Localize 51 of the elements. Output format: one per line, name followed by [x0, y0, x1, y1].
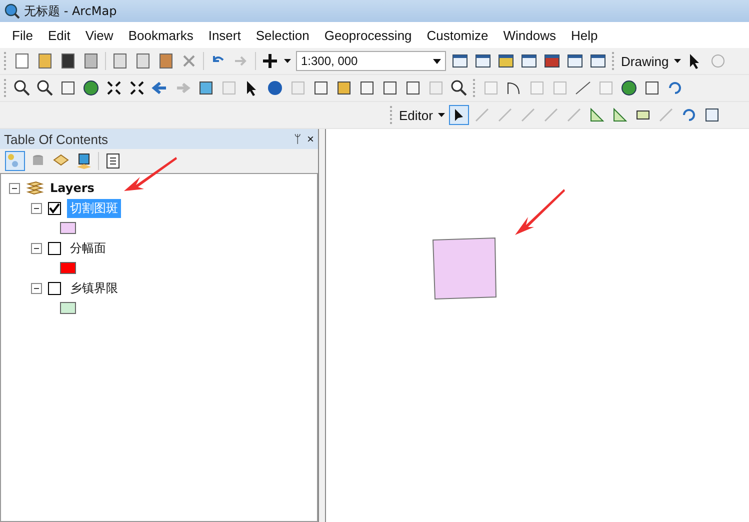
scale-field[interactable]: 1:300, 000 [296, 51, 446, 71]
arrow-annotation [122, 155, 178, 193]
triangle-icon[interactable] [588, 106, 606, 124]
magnifier-window-icon[interactable] [450, 79, 468, 97]
layer-group-label[interactable]: Layers [50, 181, 94, 195]
close-button[interactable]: × [306, 132, 314, 146]
globe-icon[interactable] [82, 79, 100, 97]
list-options-icon[interactable] [104, 152, 122, 170]
fixed-zoom-in-icon[interactable] [105, 79, 123, 97]
collapse-button[interactable] [31, 202, 42, 214]
layer-checkbox[interactable] [48, 242, 61, 254]
caret-icon[interactable] [674, 59, 681, 63]
collapse-button[interactable] [9, 182, 20, 194]
menu-item[interactable]: Selection [256, 28, 310, 42]
menu-item[interactable]: Help [570, 28, 598, 42]
pin-button[interactable]: ᛘ [294, 132, 301, 146]
collapse-button[interactable] [31, 282, 42, 294]
globe-magnifier-icon [4, 3, 20, 19]
refresh-icon[interactable] [666, 79, 684, 97]
add-data-icon[interactable] [261, 52, 279, 70]
layer-checkbox[interactable] [48, 202, 61, 214]
arrow-annotation [514, 187, 566, 237]
fixed-zoom-out-icon[interactable] [128, 79, 146, 97]
layer-checkbox[interactable] [48, 282, 61, 294]
caret-icon[interactable] [438, 113, 445, 117]
drawing-menu[interactable]: Drawing [621, 54, 669, 68]
menu-item[interactable]: Customize [426, 28, 488, 42]
menu-item[interactable]: Windows [503, 28, 556, 42]
polygon-feature [432, 237, 498, 301]
new-document-icon[interactable] [13, 52, 31, 70]
menu-item[interactable]: View [85, 28, 114, 42]
collapse-button[interactable] [31, 242, 42, 254]
panel-title: Table Of Contents [4, 132, 110, 146]
caret-icon[interactable] [433, 58, 441, 64]
zoom-out-icon[interactable] [36, 79, 54, 97]
window-icon[interactable] [474, 52, 492, 70]
editor-menu[interactable]: Editor [399, 108, 433, 122]
layers-stack-icon [26, 180, 44, 196]
menu-item[interactable]: File [12, 28, 33, 42]
menu-item[interactable]: Insert [208, 28, 241, 42]
caret-icon[interactable] [284, 59, 291, 63]
globe-icon[interactable] [620, 79, 638, 97]
edit-tool-icon[interactable] [450, 106, 468, 124]
zoom-in-icon[interactable] [13, 79, 31, 97]
menu-item[interactable]: Edit [48, 28, 70, 42]
window-title: 无标题 - ArcMap [24, 2, 117, 20]
layer-name[interactable]: 分幅面 [67, 238, 109, 258]
back-icon[interactable] [151, 79, 169, 97]
menu-item[interactable]: Bookmarks [128, 28, 194, 42]
menu-item[interactable]: Geoprocessing [324, 28, 412, 42]
layer-name[interactable]: 乡镇界限 [67, 278, 121, 298]
